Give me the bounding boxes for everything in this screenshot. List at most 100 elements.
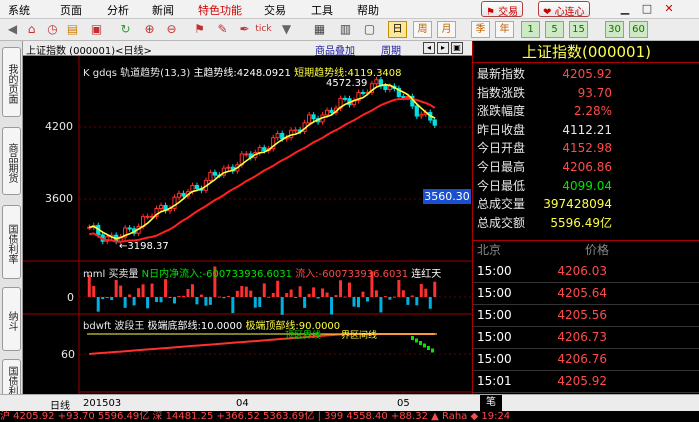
list-icon[interactable]: ▤ bbox=[64, 21, 81, 38]
side-tab-my-page[interactable]: 我的页面 bbox=[2, 47, 21, 117]
tab-pen[interactable]: 笔 bbox=[480, 395, 502, 411]
volume-indicator-label: mml 买卖量 N日内净流入:-600733936.6031 流入:-60073… bbox=[83, 269, 442, 280]
candle-body bbox=[374, 79, 379, 85]
tab-daily[interactable]: 日线 bbox=[50, 397, 70, 412]
tick-separator bbox=[473, 392, 699, 393]
volume-bar bbox=[307, 293, 311, 297]
low-label: ←3198.37 bbox=[119, 241, 169, 252]
period-month[interactable]: 月 bbox=[437, 21, 456, 38]
tick-price: 4205.64 bbox=[557, 286, 607, 300]
menu-tools[interactable]: 工具 bbox=[311, 2, 333, 18]
card-icon[interactable]: ▣ bbox=[88, 21, 105, 38]
candle-body bbox=[432, 119, 437, 126]
period-week[interactable]: 周 bbox=[413, 21, 432, 38]
tick-price: 4205.56 bbox=[557, 308, 607, 322]
period-15min[interactable]: 15 bbox=[569, 21, 588, 38]
candle-body bbox=[289, 129, 294, 139]
tick-row: 15:01 4205.92 bbox=[473, 372, 699, 390]
refresh-icon[interactable]: ↻ bbox=[117, 21, 134, 38]
volume-bar bbox=[271, 292, 275, 297]
brush-icon[interactable]: ✒ bbox=[236, 21, 253, 38]
menu-trade[interactable]: 交易 bbox=[264, 2, 286, 18]
menu-bar: 系统 页面 分析 新闻 特色功能 交易 工具 帮助 ⚑ 交易 ❤ 心连心 ▁ □… bbox=[0, 0, 699, 19]
period-link[interactable]: 周期 bbox=[381, 42, 401, 57]
tick-time: 15:01 bbox=[477, 374, 512, 388]
tick-separator bbox=[473, 348, 699, 349]
tick-time: 15:00 bbox=[477, 330, 512, 344]
tick-separator bbox=[473, 304, 699, 305]
side-tab-bond-rate[interactable]: 国债利率 bbox=[2, 205, 21, 279]
period-day[interactable]: 日 bbox=[388, 21, 407, 38]
period-60min[interactable]: 60 bbox=[629, 21, 648, 38]
period-1min[interactable]: 1 bbox=[521, 21, 540, 38]
candle-body bbox=[293, 129, 298, 132]
quote-row: 今日开盘 4152.98 bbox=[473, 139, 699, 157]
nav-right-icon[interactable]: ▸ bbox=[437, 42, 449, 54]
nav-left-icon[interactable]: ◂ bbox=[423, 42, 435, 54]
volume-bar bbox=[123, 297, 127, 308]
quote-row-value: 4206.86 bbox=[562, 160, 612, 174]
side-tab-futures[interactable]: 商品期货 bbox=[2, 127, 21, 195]
chart-header: 上证指数 (000001)<日线> 商品叠加 周期 ◂ ▸ ▣ bbox=[23, 41, 472, 57]
volume-bar bbox=[101, 297, 105, 300]
minimize-icon[interactable]: ▁ bbox=[618, 2, 632, 16]
volume-bar bbox=[365, 297, 369, 302]
side-tab-nasdaq[interactable]: 纳斗 bbox=[2, 287, 21, 351]
volume-bar bbox=[141, 284, 145, 297]
window-icon[interactable]: ▢ bbox=[361, 21, 378, 38]
home-icon[interactable]: ⌂ bbox=[23, 21, 40, 38]
zoom-in-icon[interactable]: ⊕ bbox=[141, 21, 158, 38]
maximize-icon[interactable]: □ bbox=[640, 2, 654, 16]
tick-separator bbox=[473, 282, 699, 283]
volume-bar bbox=[177, 295, 181, 297]
quote-row: 总成交量 397428094 bbox=[473, 195, 699, 213]
volume-bar bbox=[217, 296, 221, 298]
heart-button[interactable]: ❤ 心连心 bbox=[538, 1, 590, 18]
menu-news[interactable]: 新闻 bbox=[152, 2, 174, 18]
volume-bar bbox=[253, 297, 257, 308]
tick-row: 15:00 4205.56 bbox=[473, 306, 699, 324]
trade-button[interactable]: ⚑ 交易 bbox=[481, 1, 524, 18]
quote-panel: 上证指数(000001) 最新指数 4205.92 指数涨跌 93.70 涨跌幅度 2.2… bbox=[472, 41, 699, 394]
menu-page[interactable]: 页面 bbox=[60, 2, 82, 18]
volume-bar bbox=[186, 288, 190, 297]
clock-icon[interactable]: ◷ bbox=[44, 21, 61, 38]
menu-special[interactable]: 特色功能 bbox=[198, 2, 242, 18]
volume-bar bbox=[428, 297, 432, 309]
chart-title: 上证指数 (000001)<日线> bbox=[26, 46, 152, 57]
tick-price: 4205.92 bbox=[557, 374, 607, 388]
zoom-out-icon[interactable]: ⊖ bbox=[163, 21, 180, 38]
nav-expand-icon[interactable]: ▣ bbox=[451, 42, 463, 54]
volume-bar bbox=[312, 287, 316, 297]
volume-bar bbox=[231, 297, 235, 314]
pen-icon[interactable]: ✎ bbox=[214, 21, 231, 38]
quote-row: 昨日收盘 4112.21 bbox=[473, 121, 699, 139]
menu-system[interactable]: 系统 bbox=[8, 2, 30, 18]
tick-row: 15:00 4205.64 bbox=[473, 284, 699, 302]
overlay-link[interactable]: 商品叠加 bbox=[315, 42, 355, 57]
tick-icon[interactable]: tick bbox=[255, 21, 272, 38]
grid-icon[interactable]: ▦ bbox=[311, 21, 328, 38]
menu-analysis[interactable]: 分析 bbox=[107, 2, 129, 18]
volume-bar bbox=[433, 281, 437, 297]
close-icon[interactable]: ✕ bbox=[662, 2, 676, 16]
funnel-icon[interactable]: ▼ bbox=[278, 21, 295, 38]
trade-icon: ⚑ bbox=[486, 7, 499, 18]
ticker-bar: 沪 4205.92 +93.70 5596.49亿 深 14481.25 +36… bbox=[0, 411, 699, 422]
back-icon[interactable]: ◀ bbox=[4, 21, 21, 38]
volume-bar bbox=[235, 290, 239, 297]
layout-icon[interactable]: ▥ bbox=[337, 21, 354, 38]
osc-bar bbox=[415, 338, 418, 343]
period-5min[interactable]: 5 bbox=[545, 21, 564, 38]
menu-help[interactable]: 帮助 bbox=[357, 2, 379, 18]
period-year[interactable]: 年 bbox=[495, 21, 514, 38]
volume-net-inflow: N日内净流入:-600733936.6031 bbox=[141, 269, 292, 280]
period-30min[interactable]: 30 bbox=[605, 21, 624, 38]
volume-bar bbox=[199, 294, 203, 297]
candle-body bbox=[414, 105, 419, 117]
tick-time: 15:00 bbox=[477, 352, 512, 366]
period-quarter[interactable]: 季 bbox=[471, 21, 490, 38]
flag-icon[interactable]: ⚑ bbox=[191, 21, 208, 38]
quote-row-label: 今日开盘 bbox=[477, 141, 526, 156]
volume-zero-label: 0 bbox=[67, 291, 74, 304]
